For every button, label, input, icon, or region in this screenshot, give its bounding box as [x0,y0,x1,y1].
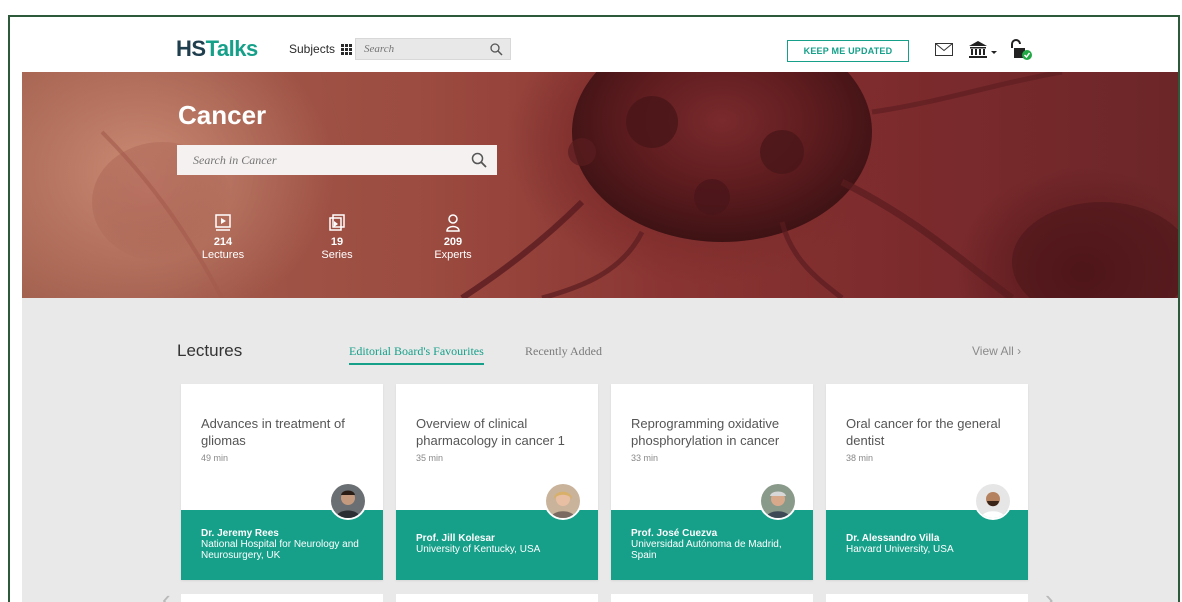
lectures-section: Lectures Editorial Board's Favourites Re… [22,298,1178,602]
avatar [759,482,797,520]
search-icon[interactable] [471,152,487,168]
stat-experts-count: 209 [443,236,463,248]
lecture-card[interactable]: Reprogramming oxidative phosphorylation … [611,384,813,580]
lecture-card[interactable] [826,594,1028,602]
stat-experts[interactable]: 209 Experts [423,214,483,262]
speaker-name[interactable]: Dr. Alessandro Villa [846,533,939,544]
grid-icon [341,43,353,55]
lecture-duration: 35 min [416,453,444,463]
lecture-card[interactable]: Oral cancer for the general dentist 38 m… [826,384,1028,580]
lecture-icon [215,214,231,231]
institution-icon[interactable] [968,41,998,59]
speaker-name[interactable]: Prof. José Cuezva [631,528,717,539]
subject-search-input[interactable] [177,145,479,175]
lock-icon[interactable] [1008,39,1034,61]
speaker-affiliation: Universidad Autónoma de Madrid, Spain [631,539,782,561]
lecture-title[interactable]: Reprogramming oxidative phosphorylation … [631,415,801,449]
logo-part-talks: Talks [205,36,259,61]
mail-icon[interactable] [935,43,953,56]
speaker-affiliation: University of Kentucky, USA [416,544,541,555]
lecture-duration: 33 min [631,453,659,463]
stat-series[interactable]: 19 Series [307,214,367,262]
page-title: Cancer [178,100,267,130]
avatar [974,482,1012,520]
stat-lectures-count: 214 [213,236,233,248]
speaker-footer: Dr. Jeremy Rees National Hospital for Ne… [181,510,383,580]
lecture-title[interactable]: Oral cancer for the general dentist [846,415,1016,449]
carousel-next-arrow[interactable]: › [1045,584,1054,602]
lecture-title[interactable]: Advances in treatment of gliomas [201,415,371,449]
top-navigation-bar: HSTalks Subjects KEEP ME UPDATED [10,17,1178,72]
speaker-affiliation: Harvard University, USA [846,544,954,555]
lecture-card[interactable]: Overview of clinical pharmacology in can… [396,384,598,580]
speaker-footer: Prof. Jill Kolesar University of Kentuck… [396,510,598,580]
stat-experts-label: Experts [434,249,472,261]
avatar [329,482,367,520]
header-search-input[interactable] [356,39,492,59]
view-all-link[interactable]: View All › [972,344,1021,358]
lecture-duration: 38 min [846,453,874,463]
search-icon[interactable] [490,43,503,56]
lecture-card[interactable]: Advances in treatment of gliomas 49 min … [181,384,383,580]
subjects-label: Subjects [289,42,336,56]
stat-series-label: Series [321,249,353,261]
hstalks-logo[interactable]: HSTalks [176,36,258,62]
stat-lectures-label: Lectures [201,249,245,261]
expert-icon [446,214,460,232]
speaker-name[interactable]: Dr. Jeremy Rees [201,528,279,539]
speaker-footer: Dr. Alessandro Villa Harvard University,… [826,510,1028,580]
subject-search-box [177,145,497,175]
stat-lectures[interactable]: 214 Lectures [193,214,253,262]
series-icon [329,214,345,231]
subjects-menu[interactable]: Subjects [289,42,353,56]
browser-frame: HSTalks Subjects KEEP ME UPDATED [8,15,1180,602]
stat-series-count: 19 [330,236,344,248]
lecture-title[interactable]: Overview of clinical pharmacology in can… [416,415,586,449]
logo-part-hs: HS [176,36,206,61]
speaker-affiliation: National Hospital for Neurology and Neur… [201,539,359,561]
lecture-duration: 49 min [201,453,229,463]
tab-recently-added[interactable]: Recently Added [525,344,602,359]
lecture-card[interactable] [181,594,383,602]
lectures-heading: Lectures [177,341,243,360]
speaker-name[interactable]: Prof. Jill Kolesar [416,533,495,544]
avatar [544,482,582,520]
chevron-down-icon [991,51,997,54]
carousel-prev-arrow[interactable]: ‹ [162,584,171,602]
tab-editorial-favourites[interactable]: Editorial Board's Favourites [349,344,484,365]
subject-hero-banner: Cancer 214 Lectures 19 Series [22,72,1178,298]
lecture-card[interactable] [396,594,598,602]
speaker-footer: Prof. José Cuezva Universidad Autónoma d… [611,510,813,580]
keep-me-updated-button[interactable]: KEEP ME UPDATED [787,40,909,62]
header-search-box [355,38,511,60]
lecture-card[interactable] [611,594,813,602]
